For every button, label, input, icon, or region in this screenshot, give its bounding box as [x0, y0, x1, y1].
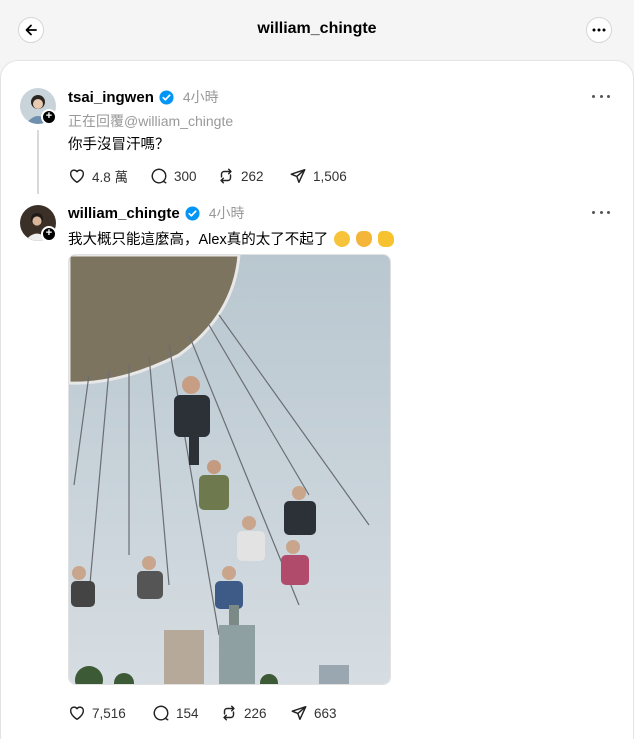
comment-count: 154: [176, 705, 199, 721]
like-button[interactable]: 7,516: [68, 704, 152, 722]
repost-icon: [223, 705, 235, 721]
page-title: william_chingte: [257, 20, 377, 37]
post-image[interactable]: [68, 254, 391, 685]
like-count: 7,516: [92, 705, 126, 721]
post-time: 4小時: [182, 89, 219, 105]
share-icon: [291, 705, 307, 721]
post-author: tsai_ingwen 4小時: [68, 87, 219, 107]
post-actions: 7,516 154 226 663: [68, 704, 337, 722]
post-text: 你手沒冒汗嗎？: [68, 137, 170, 153]
comment-button[interactable]: 300: [150, 167, 217, 185]
post-time: 4小時: [208, 205, 245, 221]
repost-count: 262: [241, 168, 264, 184]
username-link[interactable]: william_chingte: [68, 205, 180, 222]
post-options-button[interactable]: [592, 93, 610, 99]
more-button[interactable]: [586, 17, 612, 43]
reply-to-label[interactable]: 正在回覆@william_chingte: [68, 111, 233, 131]
tears-of-joy-emoji: [334, 231, 351, 247]
follow-plus-icon[interactable]: +: [41, 226, 57, 242]
thread-connector-line: [37, 130, 39, 194]
heart-icon: [69, 169, 85, 184]
share-count: 1,506: [313, 168, 347, 184]
follow-plus-icon[interactable]: +: [41, 109, 57, 125]
thumbs-up-emoji: [378, 231, 395, 247]
heart-icon: [69, 706, 85, 721]
verified-badge-icon: [159, 89, 174, 105]
top-bar: william_chingte: [0, 0, 634, 60]
repost-button[interactable]: 262: [217, 167, 289, 185]
repost-button[interactable]: 226: [220, 704, 290, 722]
post-text: 我大概只能這麼高，Alex真的太了不起了: [68, 232, 329, 248]
more-horizontal-icon: [592, 28, 606, 32]
post-actions: 4.8 萬 300 262 1,506: [68, 166, 347, 186]
like-button[interactable]: 4.8 萬: [68, 166, 150, 186]
clapping-hands-emoji: [356, 231, 373, 247]
comment-count: 300: [174, 168, 197, 184]
repost-count: 226: [244, 705, 267, 721]
post-author: william_chingte 4小時: [68, 203, 245, 223]
share-button[interactable]: 663: [290, 704, 337, 722]
post-text-line: 我大概只能這麼高，Alex真的太了不起了: [68, 228, 395, 249]
comment-button[interactable]: 154: [152, 704, 220, 722]
swing-ride-photo: [69, 255, 390, 684]
like-count: 4.8 萬: [92, 170, 129, 185]
username-link[interactable]: tsai_ingwen: [68, 89, 154, 106]
repost-icon: [220, 168, 232, 184]
verified-badge-icon: [185, 205, 200, 221]
post-options-button[interactable]: [592, 209, 610, 215]
comment-icon: [151, 168, 167, 184]
share-icon: [290, 168, 306, 184]
comment-icon: [153, 705, 169, 721]
share-count: 663: [314, 705, 337, 721]
share-button[interactable]: 1,506: [289, 167, 347, 185]
